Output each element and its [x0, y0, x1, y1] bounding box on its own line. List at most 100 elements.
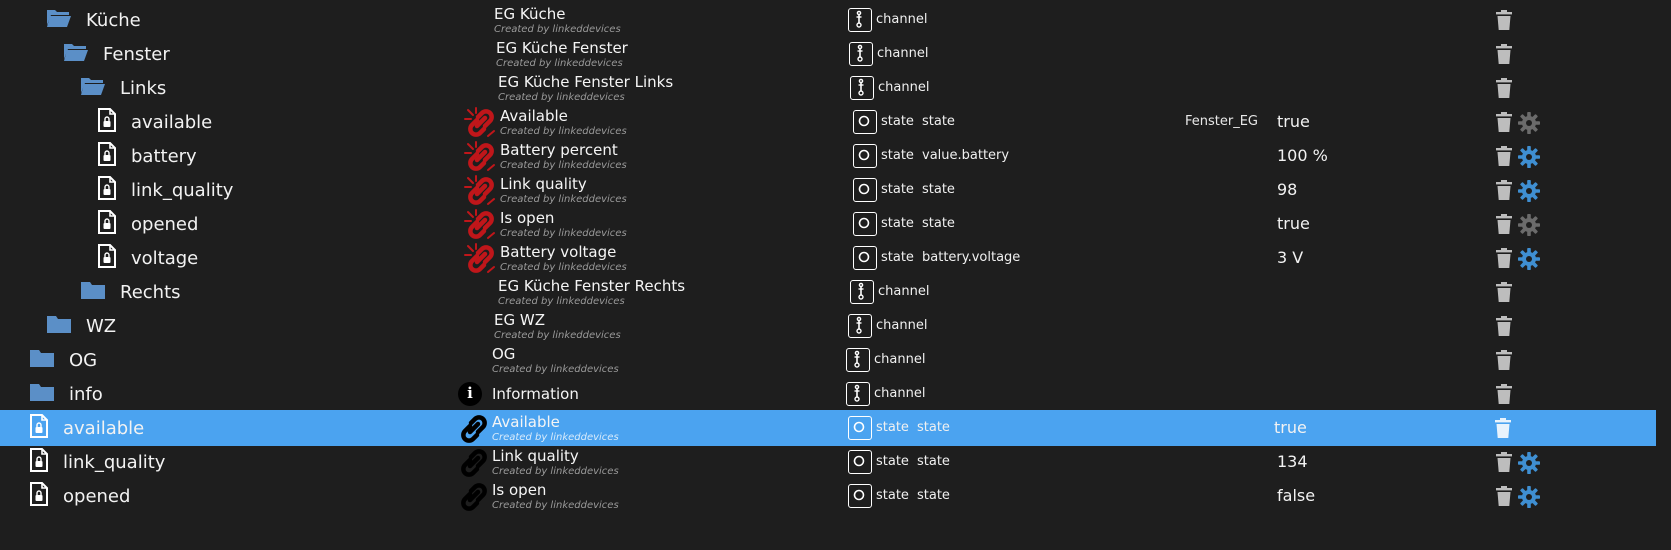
tree-row[interactable]: opened Is open Created by linkeddevices …: [0, 206, 1656, 242]
tree-cell[interactable]: available: [29, 410, 144, 446]
info-icon: i: [458, 382, 482, 406]
gear-icon[interactable]: [1518, 486, 1540, 508]
tree-label[interactable]: voltage: [131, 248, 198, 269]
trash-icon[interactable]: [1496, 146, 1512, 166]
tree-row[interactable]: link_quality Link quality Created by lin…: [0, 172, 1656, 208]
trash-icon[interactable]: [1496, 180, 1512, 200]
tree-label[interactable]: info: [69, 384, 103, 405]
channel-icon: [848, 8, 872, 32]
tree-cell[interactable]: Links: [80, 70, 166, 106]
object-name: EG Küche Fenster Links: [498, 73, 674, 91]
tree-label[interactable]: OG: [69, 350, 97, 371]
gear-disabled-icon[interactable]: [1518, 112, 1540, 134]
object-type: channel: [878, 284, 930, 299]
gear-icon[interactable]: [1518, 146, 1540, 168]
object-value[interactable]: 100 %: [1277, 146, 1328, 165]
tree-row[interactable]: WZ EG WZ Created by linkeddevices channe…: [0, 308, 1656, 344]
gear-disabled-icon[interactable]: [1518, 214, 1540, 236]
tree-cell[interactable]: link_quality: [29, 444, 165, 480]
tree-label[interactable]: link_quality: [63, 452, 165, 473]
tree-label[interactable]: Links: [120, 78, 166, 99]
tree-label[interactable]: Rechts: [120, 282, 181, 303]
trash-icon[interactable]: [1496, 78, 1512, 98]
folder-icon[interactable]: [46, 313, 72, 339]
gear-icon[interactable]: [1518, 180, 1540, 202]
tree-cell[interactable]: available: [97, 104, 212, 140]
object-type: state: [881, 250, 914, 265]
scrollbar-gutter[interactable]: [1656, 0, 1671, 550]
folder-icon[interactable]: [29, 347, 55, 373]
object-value[interactable]: 134: [1277, 452, 1308, 471]
object-value[interactable]: true: [1277, 214, 1310, 233]
trash-icon[interactable]: [1496, 486, 1512, 506]
object-value[interactable]: 98: [1277, 180, 1297, 199]
tree-cell[interactable]: Küche: [46, 2, 141, 38]
file-lock-icon: [29, 482, 49, 510]
gear-icon[interactable]: [1518, 452, 1540, 474]
tree-row-selected[interactable]: available Available Created by linkeddev…: [0, 410, 1656, 446]
trash-icon[interactable]: [1496, 10, 1512, 30]
tree-label[interactable]: Fenster: [103, 44, 170, 65]
object-type: channel: [876, 318, 928, 333]
trash-icon[interactable]: [1496, 282, 1512, 302]
object-value[interactable]: false: [1277, 486, 1315, 505]
trash-icon[interactable]: [1496, 316, 1512, 336]
object-type: channel: [874, 386, 926, 401]
trash-icon[interactable]: [1495, 418, 1511, 438]
tree-cell[interactable]: WZ: [46, 308, 116, 344]
tree-row[interactable]: Links EG Küche Fenster Links Created by …: [0, 70, 1656, 106]
tree-row[interactable]: OG OG Created by linkeddevices channel: [0, 342, 1656, 378]
folder-open-icon[interactable]: [63, 41, 89, 67]
object-subtitle: Created by linkeddevices: [494, 24, 621, 35]
tree-label[interactable]: battery: [131, 146, 197, 167]
object-role: state: [922, 182, 955, 197]
tree-cell[interactable]: opened: [97, 206, 198, 242]
tree-label[interactable]: opened: [131, 214, 198, 235]
tree-row[interactable]: info i Information channel: [0, 376, 1656, 412]
tree-cell[interactable]: Rechts: [80, 274, 181, 310]
object-value[interactable]: true: [1274, 418, 1307, 437]
tree-cell[interactable]: OG: [29, 342, 97, 378]
tree-row[interactable]: Fenster EG Küche Fenster Created by link…: [0, 36, 1656, 72]
trash-icon[interactable]: [1496, 44, 1512, 64]
tree-cell[interactable]: info: [29, 376, 103, 412]
tree-row[interactable]: Rechts EG Küche Fenster Rechts Created b…: [0, 274, 1656, 310]
object-name: Available: [500, 107, 568, 125]
object-name: Battery percent: [500, 141, 618, 159]
folder-icon[interactable]: [29, 381, 55, 407]
trash-icon[interactable]: [1496, 214, 1512, 234]
tree-label[interactable]: link_quality: [131, 180, 233, 201]
object-name: EG Küche Fenster Rechts: [498, 277, 686, 295]
tree-row[interactable]: link_quality Link quality Created by lin…: [0, 444, 1656, 480]
folder-icon[interactable]: [80, 279, 106, 305]
tree-row[interactable]: battery Battery percent Created by linke…: [0, 138, 1656, 174]
channel-icon: [850, 76, 874, 100]
tree-label[interactable]: Küche: [86, 10, 141, 31]
trash-icon[interactable]: [1496, 384, 1512, 404]
trash-icon[interactable]: [1496, 248, 1512, 268]
tree-label[interactable]: available: [63, 418, 144, 439]
tree-cell[interactable]: voltage: [97, 240, 198, 276]
file-lock-icon: [29, 448, 49, 476]
tree-row[interactable]: voltage Battery voltage Created by linke…: [0, 240, 1656, 276]
tree-cell[interactable]: opened: [29, 478, 130, 514]
gear-icon[interactable]: [1518, 248, 1540, 270]
tree-label[interactable]: WZ: [86, 316, 116, 337]
trash-icon[interactable]: [1496, 452, 1512, 472]
object-value[interactable]: 3 V: [1277, 248, 1303, 267]
tree-row[interactable]: opened Is open Created by linkeddevices …: [0, 478, 1656, 514]
channel-icon: [850, 280, 874, 304]
trash-icon[interactable]: [1496, 350, 1512, 370]
tree-label[interactable]: available: [131, 112, 212, 133]
object-value[interactable]: true: [1277, 112, 1310, 131]
tree-cell[interactable]: Fenster: [63, 36, 170, 72]
tree-cell[interactable]: link_quality: [97, 172, 233, 208]
folder-open-icon[interactable]: [80, 75, 106, 101]
tree-row[interactable]: Küche EG Küche Created by linkeddevices …: [0, 2, 1656, 38]
tree-label[interactable]: opened: [63, 486, 130, 507]
folder-open-icon[interactable]: [46, 7, 72, 33]
tree-row[interactable]: available Available Created by linkeddev…: [0, 104, 1656, 140]
trash-icon[interactable]: [1496, 112, 1512, 132]
object-name: Battery voltage: [500, 243, 617, 261]
tree-cell[interactable]: battery: [97, 138, 197, 174]
